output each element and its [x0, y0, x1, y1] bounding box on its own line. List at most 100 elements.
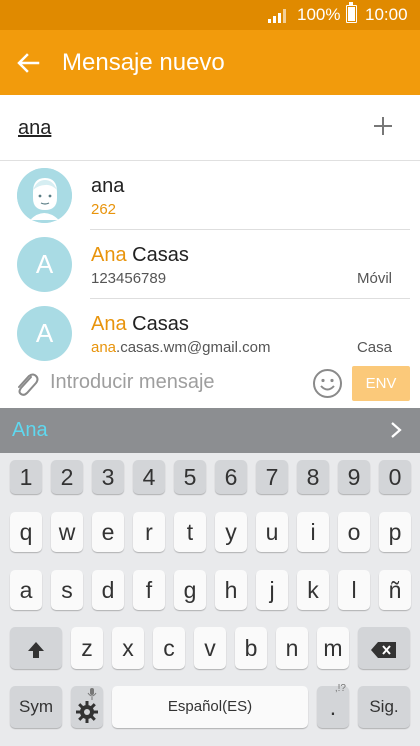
contact-suggestion[interactable]: ana 262 — [0, 161, 420, 230]
contact-email: ana.casas.wm@gmail.com — [91, 339, 271, 356]
key-k[interactable]: k — [297, 570, 329, 610]
key-label: Sym — [19, 697, 53, 716]
avatar — [17, 168, 72, 223]
key-7[interactable]: 7 — [256, 460, 288, 494]
key-label: k — [307, 577, 319, 603]
key-label: j — [269, 577, 275, 603]
compose-bar: Introducir mensaje ENV — [0, 364, 420, 408]
back-arrow-icon[interactable] — [14, 48, 44, 78]
chevron-right-icon[interactable] — [387, 420, 405, 440]
add-recipient-icon[interactable] — [372, 115, 394, 137]
key-e[interactable]: e — [92, 512, 124, 552]
key-z[interactable]: z — [71, 627, 103, 669]
key-t[interactable]: t — [174, 512, 206, 552]
key-label: a — [19, 577, 33, 603]
key-label: y — [225, 519, 237, 545]
key-m[interactable]: m — [317, 627, 349, 669]
key-s[interactable]: s — [51, 570, 83, 610]
key-v[interactable]: v — [194, 627, 226, 669]
key-5[interactable]: 5 — [174, 460, 206, 494]
key-n[interactable]: n — [276, 627, 308, 669]
backspace-icon — [371, 641, 396, 658]
key-label: w — [58, 519, 76, 545]
key-y[interactable]: y — [215, 512, 247, 552]
keyboard: 1 2 3 4 5 6 7 8 9 0 q w e r t y u i o p a s d f g h j k l ñ z x c v b n m Sym… — [0, 453, 420, 746]
send-button[interactable]: ENV — [352, 366, 410, 401]
avatar: A — [17, 237, 72, 292]
backspace-key[interactable] — [358, 627, 410, 669]
key-label: h — [224, 577, 238, 603]
prediction-word[interactable]: Ana — [12, 419, 48, 442]
key-1[interactable]: 1 — [10, 460, 42, 494]
key-6[interactable]: 6 — [215, 460, 247, 494]
key-0[interactable]: 0 — [379, 460, 411, 494]
key-label: e — [101, 519, 115, 545]
recipient-input[interactable]: ana — [18, 117, 51, 140]
sym-key[interactable]: Sym — [10, 686, 62, 728]
key-a[interactable]: a — [10, 570, 42, 610]
battery-percent: 100% — [297, 5, 341, 24]
app-bar: Mensaje nuevo — [0, 30, 420, 95]
prediction-bar: Ana — [0, 408, 420, 453]
key-label: 8 — [306, 464, 320, 490]
key-p[interactable]: p — [379, 512, 411, 552]
key-label: b — [244, 635, 258, 661]
key-3[interactable]: 3 — [92, 460, 124, 494]
key-u[interactable]: u — [256, 512, 288, 552]
key-ñ[interactable]: ñ — [379, 570, 411, 610]
key-b[interactable]: b — [235, 627, 267, 669]
key-label: 7 — [265, 464, 279, 490]
key-label: u — [265, 519, 279, 545]
key-label: 4 — [142, 464, 156, 490]
key-label: o — [347, 519, 361, 545]
contact-name: ana — [91, 175, 125, 197]
key-h[interactable]: h — [215, 570, 247, 610]
key-label: 5 — [183, 464, 197, 490]
clock: 10:00 — [365, 5, 408, 24]
next-key[interactable]: Sig. — [358, 686, 410, 728]
key-l[interactable]: l — [338, 570, 370, 610]
key-8[interactable]: 8 — [297, 460, 329, 494]
gear-icon — [76, 700, 98, 723]
key-j[interactable]: j — [256, 570, 288, 610]
period-key[interactable]: .,!? — [317, 683, 349, 728]
key-label: 0 — [388, 464, 402, 490]
settings-key[interactable] — [71, 686, 103, 728]
contact-name: Ana Casas — [91, 313, 189, 335]
key-label: g — [183, 577, 197, 603]
message-input[interactable]: Introducir mensaje — [50, 371, 215, 394]
shift-key[interactable] — [10, 627, 62, 669]
key-f[interactable]: f — [133, 570, 165, 610]
key-label: r — [145, 519, 153, 545]
contact-number: 123456789 — [91, 270, 167, 287]
key-label: Español(ES) — [167, 698, 253, 715]
key-o[interactable]: o — [338, 512, 370, 552]
period-hint: ,!? — [334, 683, 346, 694]
space-key[interactable]: Español(ES) — [112, 686, 308, 728]
key-4[interactable]: 4 — [133, 460, 165, 494]
contact-suggestion[interactable]: A Ana Casas ana.casas.wm@gmail.com Casa — [0, 299, 420, 368]
key-w[interactable]: w — [51, 512, 83, 552]
key-d[interactable]: d — [92, 570, 124, 610]
number-type: Móvil — [356, 270, 392, 287]
emoji-icon[interactable] — [312, 368, 343, 399]
key-g[interactable]: g — [174, 570, 206, 610]
key-i[interactable]: i — [297, 512, 329, 552]
key-9[interactable]: 9 — [338, 460, 370, 494]
page-title: Mensaje nuevo — [62, 49, 225, 76]
key-label: s — [61, 577, 73, 603]
contact-suggestion[interactable]: A Ana Casas 123456789 Móvil — [0, 230, 420, 299]
attach-icon[interactable] — [12, 369, 40, 399]
key-2[interactable]: 2 — [51, 460, 83, 494]
key-label: i — [310, 519, 316, 545]
key-label: x — [122, 635, 134, 661]
person-avatar-icon — [17, 168, 72, 223]
key-label: f — [145, 577, 153, 603]
key-label: p — [388, 519, 402, 545]
key-x[interactable]: x — [112, 627, 144, 669]
key-r[interactable]: r — [133, 512, 165, 552]
key-label: l — [351, 577, 357, 603]
key-c[interactable]: c — [153, 627, 185, 669]
key-label: d — [101, 577, 115, 603]
key-q[interactable]: q — [10, 512, 42, 552]
